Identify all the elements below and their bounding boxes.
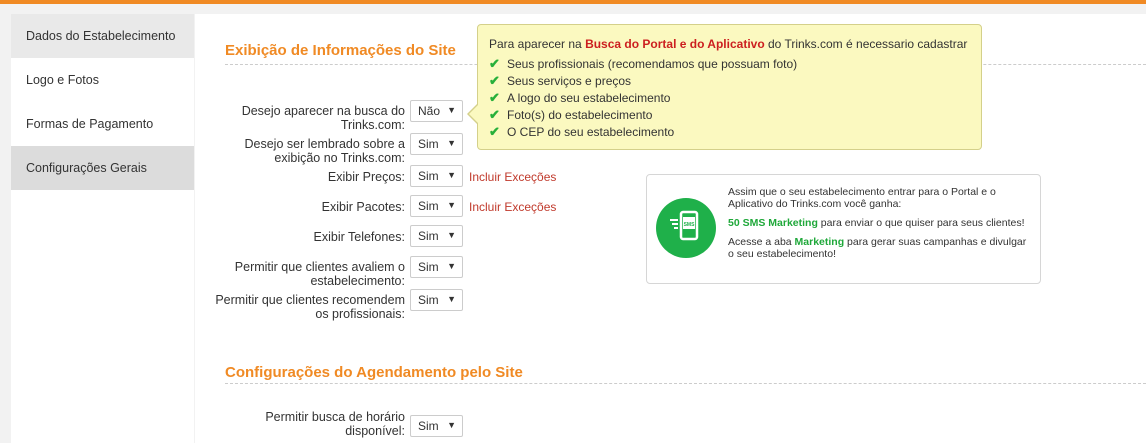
select-busca[interactable]: Não ▼ (410, 100, 463, 122)
tooltip-item: ✔ A logo do seu estabelecimento (489, 90, 671, 106)
top-accent-bar (0, 0, 1146, 4)
tooltip-item: ✔ O CEP do seu estabelecimento (489, 124, 675, 140)
divider (225, 383, 1146, 384)
chevron-down-icon: ▼ (447, 230, 456, 240)
tooltip-item: ✔ Foto(s) do estabelecimento (489, 107, 653, 123)
chevron-down-icon: ▼ (447, 261, 456, 271)
sidebar: Dados do Estabelecimento Logo e Fotos Fo… (11, 14, 194, 443)
label-busca-horario: Permitir busca de horário disponível: (265, 410, 405, 438)
label-telefones: Exibir Telefones: (313, 230, 406, 244)
section-title-site: Exibição de Informações do Site (225, 42, 456, 59)
check-icon: ✔ (489, 73, 500, 88)
chevron-down-icon: ▼ (447, 138, 456, 148)
select-telefones[interactable]: Sim ▼ (410, 225, 463, 247)
select-lembrado[interactable]: Sim ▼ (410, 133, 463, 155)
incluir-excecoes-precos-link[interactable]: Incluir Exceções (469, 170, 556, 184)
sms-paragraph-2: 50 SMS Marketing para enviar o que quise… (728, 217, 1025, 229)
label-avaliem: Permitir que clientes avaliem o estabele… (234, 260, 405, 288)
label-recomendem: Permitir que clientes recomendem os prof… (215, 293, 405, 321)
sidebar-item-logo[interactable]: Logo e Fotos (11, 58, 194, 102)
check-icon: ✔ (489, 107, 500, 122)
check-icon: ✔ (489, 124, 500, 139)
tooltip-item: ✔ Seus serviços e preços (489, 73, 632, 89)
select-pacotes[interactable]: Sim ▼ (410, 195, 463, 217)
tooltip-item: ✔ Seus profissionais (recomendamos que po… (489, 56, 798, 72)
sms-paragraph-3: Acesse a aba Marketing para gerar suas c… (728, 236, 1027, 260)
sms-text: Assim que o seu estabelecimento entrar p… (728, 186, 1028, 267)
sidebar-item-pagamento[interactable]: Formas de Pagamento (11, 102, 194, 146)
sidebar-item-configuracoes[interactable]: Configurações Gerais (11, 146, 194, 190)
label-busca: Desejo aparecer na busca do Trinks.com: (241, 104, 405, 132)
chevron-down-icon: ▼ (447, 170, 456, 180)
chevron-down-icon: ▼ (447, 294, 456, 304)
select-avaliem[interactable]: Sim ▼ (410, 256, 463, 278)
select-busca-horario[interactable]: Sim ▼ (410, 415, 463, 437)
sms-phone-icon: SMS (656, 198, 716, 258)
sms-promo-box: SMS Assim que o seu estabelecimento entr… (646, 174, 1041, 284)
label-pacotes: Exibir Pacotes: (321, 200, 405, 214)
label-precos: Exibir Preços: (327, 170, 405, 184)
tooltip-intro: Para aparecer na Busca do Portal e do Ap… (489, 37, 968, 51)
check-icon: ✔ (489, 90, 500, 105)
chevron-down-icon: ▼ (447, 420, 456, 430)
select-recomendem[interactable]: Sim ▼ (410, 289, 463, 311)
check-icon: ✔ (489, 56, 500, 71)
sidebar-item-dados[interactable]: Dados do Estabelecimento (11, 14, 194, 58)
chevron-down-icon: ▼ (447, 200, 456, 210)
sms-paragraph-1: Assim que o seu estabelecimento entrar p… (728, 186, 996, 210)
chevron-down-icon: ▼ (447, 105, 456, 115)
sms-icon-text: SMS (684, 222, 696, 228)
incluir-excecoes-pacotes-link[interactable]: Incluir Exceções (469, 200, 556, 214)
busca-tooltip: Para aparecer na Busca do Portal e do Ap… (467, 24, 982, 150)
select-precos[interactable]: Sim ▼ (410, 165, 463, 187)
section-title-agendamento: Configurações do Agendamento pelo Site (225, 364, 523, 381)
label-lembrado: Desejo ser lembrado sobre a exibição no … (244, 137, 406, 165)
tooltip-arrow-fill (469, 104, 479, 124)
